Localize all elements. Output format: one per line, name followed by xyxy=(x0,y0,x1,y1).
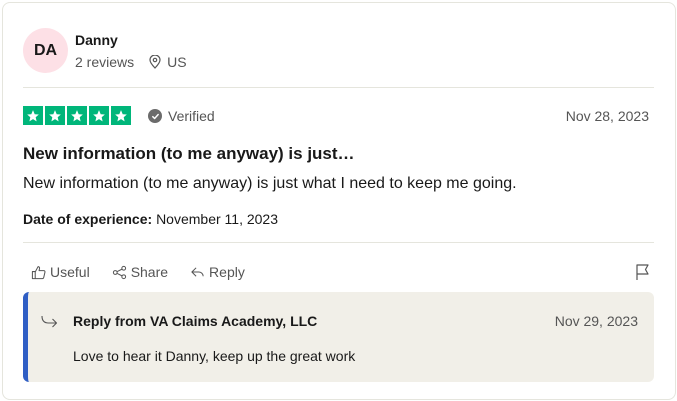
share-button[interactable]: Share xyxy=(112,264,168,280)
verified-badge[interactable]: Verified xyxy=(148,108,215,124)
location-pin-icon xyxy=(149,55,161,69)
reviewer-country: US xyxy=(149,54,187,70)
reply-icon xyxy=(191,266,204,277)
company-reply: Reply from VA Claims Academy, LLC Nov 29… xyxy=(23,292,654,382)
avatar[interactable]: DA xyxy=(23,28,68,73)
thumbs-up-icon xyxy=(31,265,46,279)
country-label: US xyxy=(167,54,187,70)
avatar-initials: DA xyxy=(33,41,58,59)
star-icon xyxy=(45,106,65,125)
experience-date: November 11, 2023 xyxy=(156,211,278,227)
checkmark-icon xyxy=(148,109,162,123)
review-date: Nov 28, 2023 xyxy=(565,108,649,124)
useful-label: Useful xyxy=(50,264,90,280)
star-icon xyxy=(89,106,109,125)
reply-label: Reply xyxy=(209,264,245,280)
verified-label: Verified xyxy=(168,108,215,124)
experience-label: Date of experience: xyxy=(23,211,153,227)
review-text: New information (to me anyway) is just w… xyxy=(23,175,517,192)
reviews-count: 2 reviews xyxy=(75,54,135,70)
share-icon xyxy=(112,265,126,279)
reviewer-name[interactable]: Danny xyxy=(75,32,118,48)
review-card: DA Danny 2 reviews US Verified Nov 28, 2… xyxy=(2,2,676,400)
header-divider xyxy=(23,87,654,88)
review-title[interactable]: New information (to me anyway) is just… xyxy=(23,144,355,164)
report-flag-button[interactable] xyxy=(635,263,651,286)
reply-from-label: Reply from VA Claims Academy, LLC xyxy=(73,313,318,329)
review-actions: Useful Share Reply xyxy=(31,264,267,280)
reply-text: Love to hear it Danny, keep up the great… xyxy=(73,348,356,364)
reply-arrow-icon xyxy=(41,315,58,328)
star-icon xyxy=(23,106,43,125)
reply-date: Nov 29, 2023 xyxy=(554,313,638,329)
star-icon xyxy=(67,106,87,125)
reviewer-meta: 2 reviews US xyxy=(75,54,187,70)
reply-button[interactable]: Reply xyxy=(190,264,245,280)
date-of-experience: Date of experience: November 11, 2023 xyxy=(23,211,278,227)
flag-icon xyxy=(636,264,649,280)
useful-button[interactable]: Useful xyxy=(31,264,90,280)
share-label: Share xyxy=(130,264,169,280)
star-rating xyxy=(23,106,131,125)
star-icon xyxy=(111,106,131,125)
actions-divider xyxy=(23,242,654,243)
